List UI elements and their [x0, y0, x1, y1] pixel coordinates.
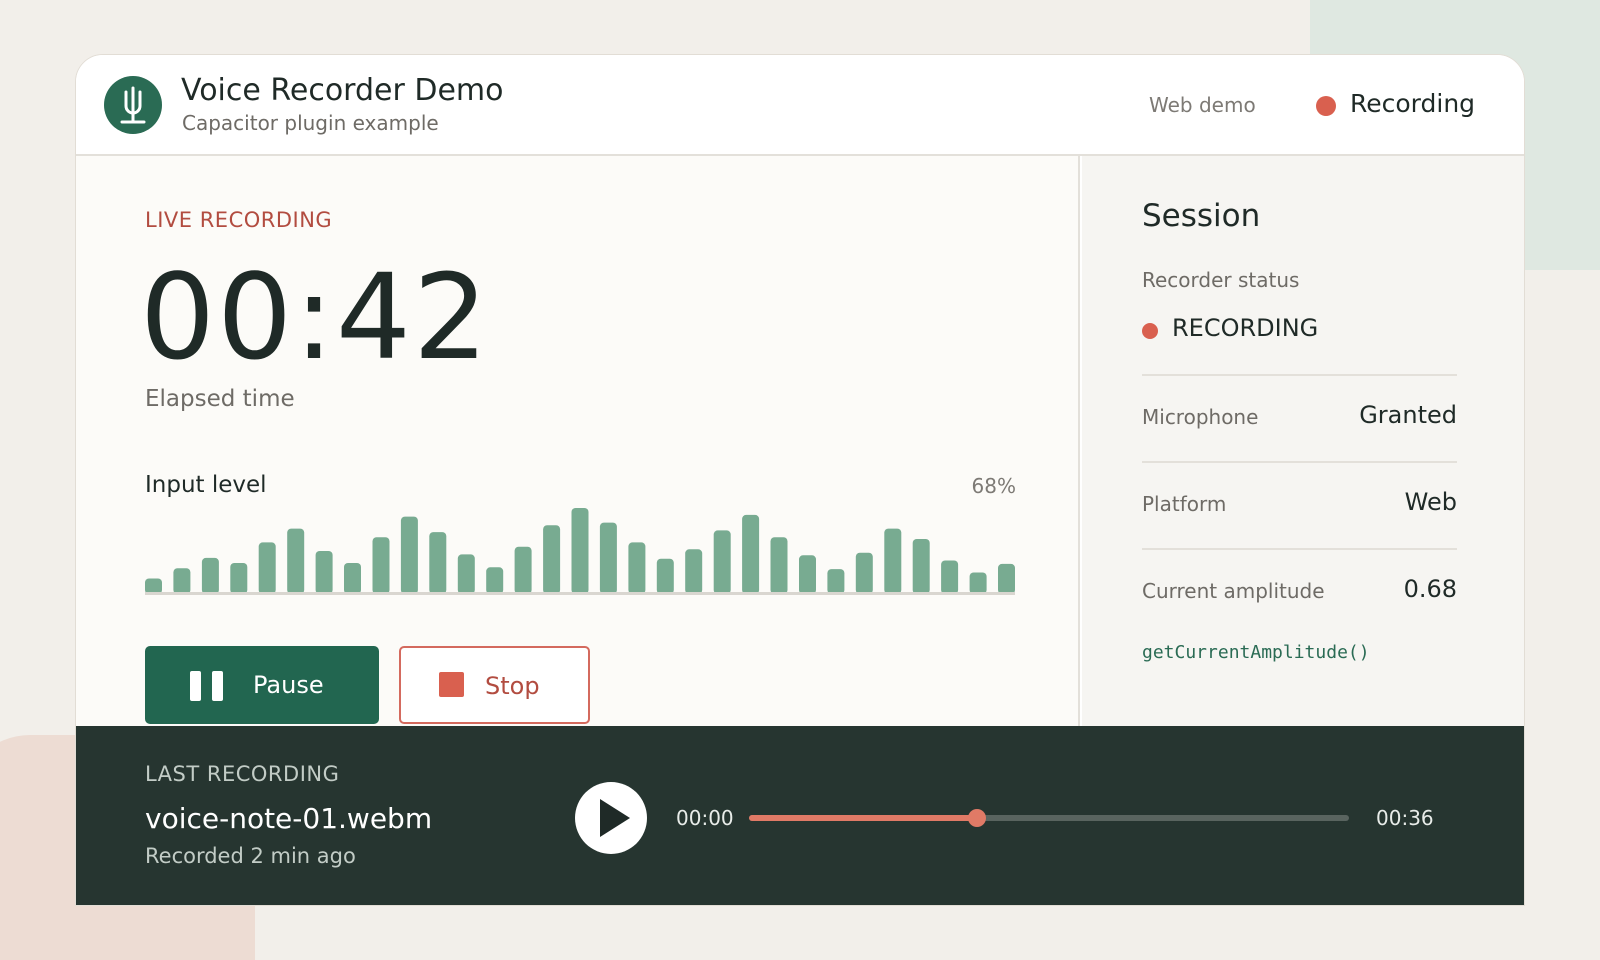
level-bar — [685, 549, 703, 594]
level-bar — [742, 514, 760, 594]
divider — [1142, 548, 1457, 550]
app-subtitle: Capacitor plugin example — [182, 111, 439, 135]
recording-file-name: voice-note-01.webm — [145, 802, 433, 835]
level-bar — [315, 551, 333, 594]
divider — [1142, 461, 1457, 463]
level-bar — [400, 516, 418, 594]
total-time: 00:36 — [1376, 806, 1434, 830]
stop-button-label: Stop — [485, 672, 540, 700]
microphone-key: Microphone — [1142, 405, 1259, 429]
app-card: Voice Recorder Demo Capacitor plugin exa… — [75, 54, 1525, 906]
microphone-value: Granted — [1359, 401, 1457, 429]
level-bar — [486, 567, 504, 594]
live-recording-label: LIVE RECORDING — [145, 208, 333, 232]
input-level-meter — [145, 508, 1015, 594]
app-title: Voice Recorder Demo — [181, 73, 504, 108]
recorder-status-value: RECORDING — [1172, 314, 1319, 342]
level-bar — [429, 532, 447, 594]
recorder-status-label: Recorder status — [1142, 268, 1300, 292]
level-bar — [543, 525, 561, 594]
level-bar — [201, 557, 219, 594]
input-level-label: Input level — [145, 472, 267, 498]
playback-progress-thumb[interactable] — [968, 809, 986, 827]
level-bar — [770, 537, 788, 594]
level-bar — [969, 572, 987, 594]
last-recording-label: LAST RECORDING — [145, 762, 340, 786]
level-bar — [998, 563, 1015, 594]
input-level-baseline — [145, 592, 1015, 595]
level-bar — [941, 560, 959, 594]
level-bar — [599, 522, 617, 594]
pause-button[interactable]: Pause — [145, 646, 379, 724]
elapsed-timer: 00:42 — [140, 248, 491, 386]
level-bar — [713, 530, 731, 594]
level-bar — [628, 542, 646, 594]
current-amplitude-key: Current amplitude — [1142, 579, 1325, 603]
platform-key: Platform — [1142, 492, 1227, 516]
session-panel: Session Recorder status RECORDING Microp… — [1082, 156, 1524, 726]
playback-progress-fill — [749, 815, 977, 821]
stop-icon — [439, 672, 464, 697]
level-bar — [855, 552, 873, 594]
level-bar — [884, 528, 902, 594]
session-title: Session — [1142, 198, 1261, 234]
level-bar — [287, 528, 305, 594]
elapsed-time-label: Elapsed time — [145, 386, 295, 412]
play-icon — [600, 799, 630, 837]
level-bar — [230, 563, 248, 594]
level-bar — [457, 554, 475, 594]
level-bar — [344, 563, 361, 594]
current-time: 00:00 — [676, 806, 734, 830]
level-bar — [571, 508, 589, 594]
level-bar — [827, 569, 845, 594]
level-bar — [656, 558, 674, 594]
microphone-icon — [104, 76, 162, 134]
recorded-time-label: Recorded 2 min ago — [145, 844, 356, 868]
play-button[interactable] — [575, 782, 647, 854]
status-dot-icon — [1142, 323, 1158, 339]
web-demo-label: Web demo — [1149, 93, 1256, 117]
api-call-label: getCurrentAmplitude() — [1142, 642, 1370, 663]
divider — [1142, 374, 1457, 376]
level-bar — [514, 546, 532, 594]
pause-icon — [190, 671, 224, 701]
platform-value: Web — [1404, 488, 1457, 516]
app-header: Voice Recorder Demo Capacitor plugin exa… — [76, 55, 1524, 156]
stop-button[interactable]: Stop — [399, 646, 590, 724]
current-amplitude-value: 0.68 — [1403, 575, 1457, 603]
recorder-panel: LIVE RECORDING 00:42 Elapsed time Input … — [76, 156, 1080, 726]
input-level-percent: 68% — [971, 474, 1016, 498]
pause-button-label: Pause — [253, 671, 324, 699]
level-bar — [372, 537, 390, 594]
level-bar — [912, 539, 930, 594]
last-recording-player: LAST RECORDING voice-note-01.webm Record… — [76, 726, 1524, 905]
level-bar — [799, 555, 816, 594]
level-bar — [173, 568, 191, 594]
playback-progress-slider[interactable] — [749, 809, 1349, 827]
level-bar — [258, 542, 276, 594]
recording-status-label: Recording — [1350, 89, 1476, 118]
recording-dot-icon — [1316, 96, 1336, 116]
